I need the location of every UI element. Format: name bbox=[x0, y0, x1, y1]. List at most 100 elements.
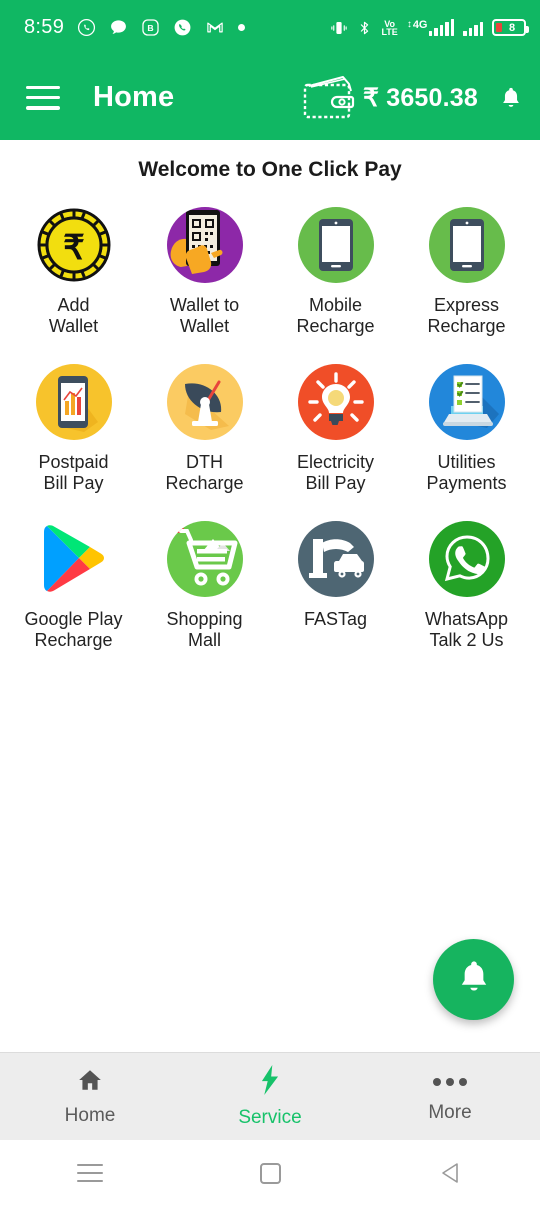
status-bar-right: Vo LTE ↕ 4G 8 bbox=[330, 19, 529, 37]
main-content: Welcome to One Click Pay ₹ Add Wallet Wa… bbox=[0, 140, 540, 1052]
service-label-line1: FASTag bbox=[303, 609, 368, 629]
status-bar: 8:59 B Vo LTE ↕ 4G 8 bbox=[0, 0, 540, 55]
light-bulb-icon bbox=[295, 361, 377, 443]
service-label: Add Wallet bbox=[49, 295, 98, 337]
more-dots-icon bbox=[433, 1069, 467, 1095]
google-play-icon bbox=[33, 518, 115, 600]
system-navigation-bar bbox=[0, 1140, 540, 1206]
service-label-line1: Postpaid bbox=[38, 452, 109, 472]
service-tile-google-play-recharge[interactable]: Google Play Recharge bbox=[8, 510, 139, 661]
hamburger-menu-icon[interactable] bbox=[26, 85, 60, 110]
bottom-nav-label: Service bbox=[238, 1106, 302, 1128]
service-label: Electricity Bill Pay bbox=[297, 452, 374, 494]
svg-text:B: B bbox=[148, 23, 154, 33]
notification-fab-button[interactable] bbox=[433, 939, 514, 1020]
service-label-line1: Mobile bbox=[308, 295, 362, 315]
service-label-line2: Wallet bbox=[179, 316, 230, 336]
service-tile-electricity-bill-pay[interactable]: Electricity Bill Pay bbox=[270, 353, 401, 504]
lightning-icon bbox=[257, 1064, 283, 1100]
service-label-line1: Express bbox=[433, 295, 499, 315]
recents-icon[interactable] bbox=[0, 1164, 180, 1182]
shopping-cart-icon bbox=[164, 518, 246, 600]
bottom-nav-label: Home bbox=[64, 1104, 116, 1126]
smartphone-icon bbox=[426, 204, 508, 286]
service-label-line2: Recharge bbox=[165, 473, 244, 493]
service-label: DTH Recharge bbox=[165, 452, 243, 494]
b-badge-icon: B bbox=[141, 18, 160, 37]
service-label: Wallet to Wallet bbox=[170, 295, 239, 337]
bell-icon[interactable] bbox=[500, 85, 522, 111]
bell-icon bbox=[457, 958, 491, 1001]
service-label-line2: Bill Pay bbox=[43, 473, 104, 493]
whatsapp-icon bbox=[426, 518, 508, 600]
service-label-line2: Recharge bbox=[427, 316, 506, 336]
service-tile-fastag[interactable]: FASTag bbox=[270, 510, 401, 661]
service-label-line1: Utilities bbox=[437, 452, 496, 472]
service-label-line2: Wallet bbox=[48, 316, 99, 336]
svg-text:₹: ₹ bbox=[63, 229, 85, 267]
service-label-line1: WhatsApp bbox=[424, 609, 509, 629]
service-label: Utilities Payments bbox=[426, 452, 506, 494]
wallet-balance: ₹ 3650.38 bbox=[362, 83, 478, 112]
back-triangle-icon[interactable] bbox=[360, 1162, 540, 1184]
service-label: Mobile Recharge bbox=[296, 295, 374, 337]
service-label-line2: Recharge bbox=[34, 630, 113, 650]
service-tile-mobile-recharge[interactable]: Mobile Recharge bbox=[270, 196, 401, 347]
service-tile-add-wallet[interactable]: ₹ Add Wallet bbox=[8, 196, 139, 347]
service-label-line1: Add bbox=[57, 295, 90, 315]
service-label-line1: Shopping bbox=[166, 609, 243, 629]
rupee-coin-icon: ₹ bbox=[33, 204, 115, 286]
welcome-message: Welcome to One Click Pay bbox=[138, 158, 402, 181]
service-label-line2: Bill Pay bbox=[305, 473, 366, 493]
service-label: FASTag bbox=[304, 609, 367, 630]
page-title: Home bbox=[93, 81, 175, 113]
service-label: Postpaid Bill Pay bbox=[38, 452, 108, 494]
4g-signal-icon: ↕ 4G bbox=[407, 19, 454, 36]
service-tile-express-recharge[interactable]: Express Recharge bbox=[401, 196, 532, 347]
service-label: Express Recharge bbox=[427, 295, 505, 337]
phone-bill-chart-icon bbox=[33, 361, 115, 443]
bluetooth-icon bbox=[357, 19, 372, 37]
smartphone-icon bbox=[295, 204, 377, 286]
bottom-nav-item-service[interactable]: Service bbox=[180, 1064, 360, 1129]
gmail-icon bbox=[205, 18, 225, 37]
status-time: 8:59 bbox=[24, 16, 65, 38]
signal-icon bbox=[463, 19, 483, 36]
status-bar-left: 8:59 B bbox=[24, 16, 246, 39]
bottom-nav-label: More bbox=[428, 1102, 472, 1123]
service-label-line1: Google Play bbox=[24, 609, 123, 629]
bottom-nav-item-home[interactable]: Home bbox=[0, 1067, 180, 1127]
service-label: WhatsApp Talk 2 Us bbox=[425, 609, 508, 651]
service-tile-shopping-mall[interactable]: Shopping Mall bbox=[139, 510, 270, 661]
network-type-label: 4G bbox=[412, 19, 428, 31]
service-label: Shopping Mall bbox=[166, 609, 242, 651]
laptop-checklist-icon bbox=[426, 361, 508, 443]
home-square-icon[interactable] bbox=[180, 1162, 360, 1184]
bottom-nav-item-more[interactable]: More bbox=[360, 1069, 540, 1124]
battery-icon: 8 bbox=[492, 19, 529, 36]
service-label-line2: Payments bbox=[426, 473, 507, 493]
dot-icon bbox=[238, 24, 246, 31]
qr-scan-phone-icon bbox=[164, 204, 246, 286]
phone-circle-icon bbox=[173, 18, 192, 37]
app-screen: 8:59 B Vo LTE ↕ 4G 8 Home ₹ 3650.38 Welc… bbox=[0, 0, 540, 1206]
home-icon bbox=[75, 1067, 105, 1098]
service-label-line2: Recharge bbox=[296, 316, 375, 336]
service-tile-postpaid-bill-pay[interactable]: Postpaid Bill Pay bbox=[8, 353, 139, 504]
service-tile-utilities-payments[interactable]: Utilities Payments bbox=[401, 353, 532, 504]
service-tile-whatsapp-talk-2-us[interactable]: WhatsApp Talk 2 Us bbox=[401, 510, 532, 661]
service-tile-dth-recharge[interactable]: DTH Recharge bbox=[139, 353, 270, 504]
service-label-line1: Wallet to bbox=[169, 295, 240, 315]
battery-level-label: 8 bbox=[508, 21, 516, 34]
toll-barrier-car-icon bbox=[295, 518, 377, 600]
service-tile-wallet-to-wallet[interactable]: Wallet to Wallet bbox=[139, 196, 270, 347]
services-grid: ₹ Add Wallet Wallet to Wallet Mobile Rec… bbox=[0, 188, 540, 661]
whatsapp-icon bbox=[77, 18, 96, 37]
service-label-line1: DTH bbox=[185, 452, 223, 472]
service-label-line1: Electricity bbox=[296, 452, 374, 472]
service-label: Google Play Recharge bbox=[24, 609, 122, 651]
message-icon bbox=[109, 18, 128, 37]
bottom-navigation: Home Service More bbox=[0, 1052, 540, 1140]
wallet-icon[interactable] bbox=[299, 75, 357, 121]
satellite-dish-icon bbox=[164, 361, 246, 443]
